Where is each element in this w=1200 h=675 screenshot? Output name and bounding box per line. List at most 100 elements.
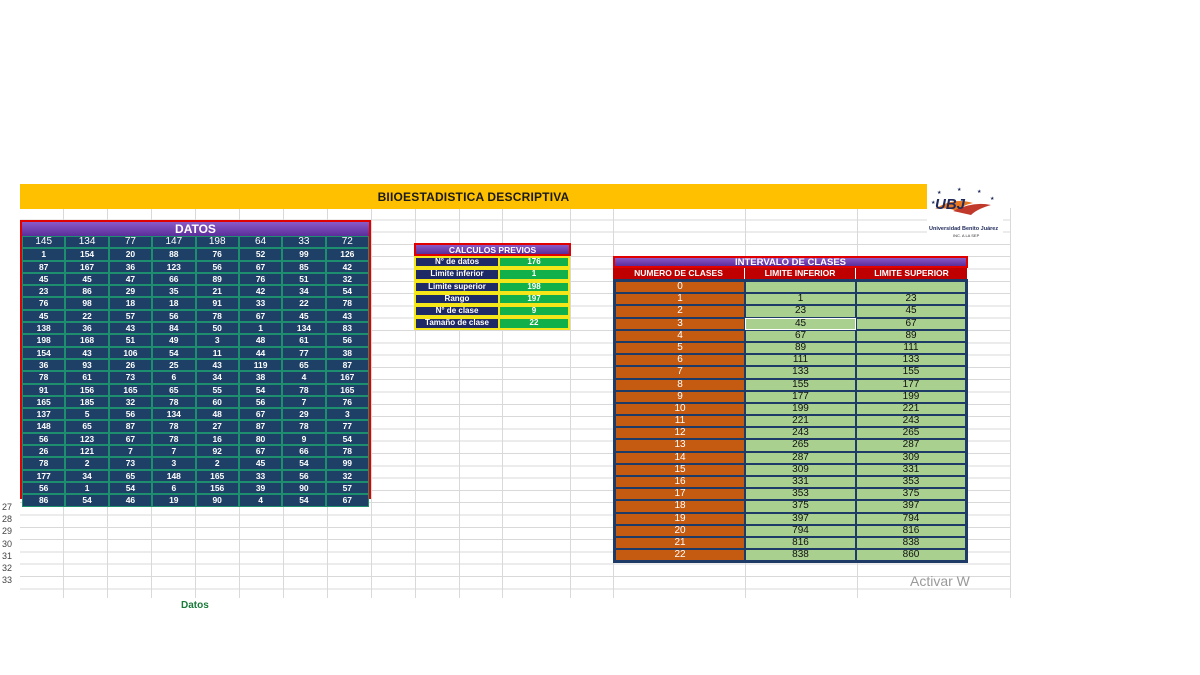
lower-limit-cell[interactable]: 67 [745,329,856,342]
datos-cell[interactable]: 123 [152,260,196,273]
datos-cell[interactable]: 56 [282,469,326,482]
datos-cell[interactable]: 29 [282,408,326,421]
upper-limit-cell[interactable]: 133 [856,354,966,367]
class-number-cell[interactable]: 19 [615,512,745,525]
upper-limit-cell[interactable]: 353 [856,476,966,489]
datos-cell[interactable]: 67 [325,494,369,507]
datos-cell[interactable]: 85 [282,260,326,273]
datos-cell[interactable]: 67 [238,309,283,323]
datos-cell[interactable]: 45 [22,309,66,323]
datos-cell[interactable]: 54 [152,346,196,359]
datos-cell[interactable]: 36 [65,322,109,335]
datos-cell[interactable]: 19 [152,494,196,507]
datos-cell[interactable]: 54 [65,494,109,507]
datos-cell[interactable]: 38 [325,346,369,359]
datos-cell[interactable]: 45 [65,272,109,286]
upper-limit-cell[interactable]: 177 [856,378,966,391]
datos-cell[interactable]: 47 [108,272,153,286]
datos-cell[interactable]: 145 [22,236,66,249]
column-header-limite-superior[interactable]: LIMITE SUPERIOR [856,268,968,279]
lower-limit-cell[interactable]: 816 [745,536,856,550]
datos-cell[interactable]: 54 [325,285,369,298]
datos-cell[interactable]: 3 [195,334,239,347]
datos-cell[interactable]: 83 [325,322,369,335]
row-number[interactable]: 32 [2,563,18,573]
class-number-cell[interactable]: 8 [615,378,745,391]
lower-limit-cell[interactable]: 199 [745,402,856,416]
datos-cell[interactable]: 165 [195,469,239,482]
class-number-cell[interactable]: 4 [615,329,745,342]
datos-cell[interactable]: 7 [108,445,153,458]
sheet-tab-datos[interactable]: Datos [181,600,209,611]
datos-cell[interactable]: 52 [238,248,283,261]
datos-cell[interactable]: 56 [152,309,196,323]
datos-cell[interactable]: 3 [152,457,196,470]
lower-limit-cell[interactable]: 265 [745,439,856,452]
calculos-label[interactable]: Limite inferior [414,268,500,281]
datos-cell[interactable]: 20 [108,248,153,261]
datos-cell[interactable]: 5 [65,408,109,421]
datos-cell[interactable]: 67 [238,408,283,421]
datos-cell[interactable]: 165 [22,395,66,409]
datos-cell[interactable]: 84 [152,322,196,335]
datos-cell[interactable]: 78 [22,457,66,470]
datos-cell[interactable]: 32 [325,272,369,286]
datos-cell[interactable]: 57 [325,481,369,495]
datos-cell[interactable]: 50 [195,322,239,335]
datos-cell[interactable]: 165 [108,383,153,396]
datos-cell[interactable]: 38 [238,371,283,384]
datos-cell[interactable]: 34 [65,469,109,482]
datos-cell[interactable]: 45 [238,457,283,470]
datos-cell[interactable]: 126 [325,248,369,261]
class-number-cell[interactable]: 21 [615,536,745,550]
datos-cell[interactable]: 154 [65,248,109,261]
class-number-cell[interactable]: 2 [615,305,745,318]
datos-cell[interactable]: 33 [238,469,283,482]
datos-cell[interactable]: 36 [22,358,66,372]
calculos-value[interactable]: 9 [500,305,570,318]
datos-cell[interactable]: 89 [195,272,239,286]
datos-cell[interactable]: 65 [108,469,153,482]
datos-cell[interactable]: 54 [282,457,326,470]
datos-cell[interactable]: 35 [152,285,196,298]
datos-cell[interactable]: 2 [65,457,109,470]
lower-limit-cell[interactable] [745,281,856,294]
class-number-cell[interactable]: 14 [615,451,745,464]
datos-cell[interactable]: 7 [152,445,196,458]
upper-limit-cell[interactable]: 67 [856,317,966,330]
datos-cell[interactable]: 22 [65,309,109,323]
datos-cell[interactable]: 43 [65,346,109,359]
calculos-value[interactable]: 198 [500,280,570,293]
upper-limit-cell[interactable]: 45 [856,305,966,318]
datos-cell[interactable]: 78 [22,371,66,384]
datos-cell[interactable]: 7 [282,395,326,409]
datos-cell[interactable]: 61 [282,334,326,347]
class-number-cell[interactable]: 3 [615,317,745,330]
datos-cell[interactable]: 156 [195,481,239,495]
calculos-label[interactable]: N° de clase [414,305,500,318]
datos-cell[interactable]: 147 [152,236,196,249]
lower-limit-cell[interactable]: 177 [745,390,856,403]
row-number[interactable]: 31 [2,551,18,561]
datos-cell[interactable]: 90 [195,494,239,507]
lower-limit-cell[interactable]: 794 [745,524,856,537]
class-number-cell[interactable]: 15 [615,463,745,476]
datos-cell[interactable]: 148 [22,420,66,433]
datos-cell[interactable]: 99 [282,248,326,261]
class-number-cell[interactable]: 17 [615,488,745,501]
upper-limit-cell[interactable]: 860 [856,549,966,562]
datos-cell[interactable]: 1 [22,248,66,261]
upper-limit-cell[interactable]: 375 [856,488,966,501]
lower-limit-cell[interactable]: 243 [745,427,856,440]
lower-limit-cell[interactable]: 353 [745,488,856,501]
datos-cell[interactable]: 137 [22,408,66,421]
calculos-value[interactable]: 22 [500,317,570,330]
datos-cell[interactable]: 43 [325,309,369,323]
datos-cell[interactable]: 80 [238,432,283,446]
datos-cell[interactable]: 78 [282,420,326,433]
datos-cell[interactable]: 119 [238,358,283,372]
datos-cell[interactable]: 3 [325,408,369,421]
lower-limit-cell[interactable]: 23 [745,305,856,318]
class-number-cell[interactable]: 9 [615,390,745,403]
datos-cell[interactable]: 65 [65,420,109,433]
